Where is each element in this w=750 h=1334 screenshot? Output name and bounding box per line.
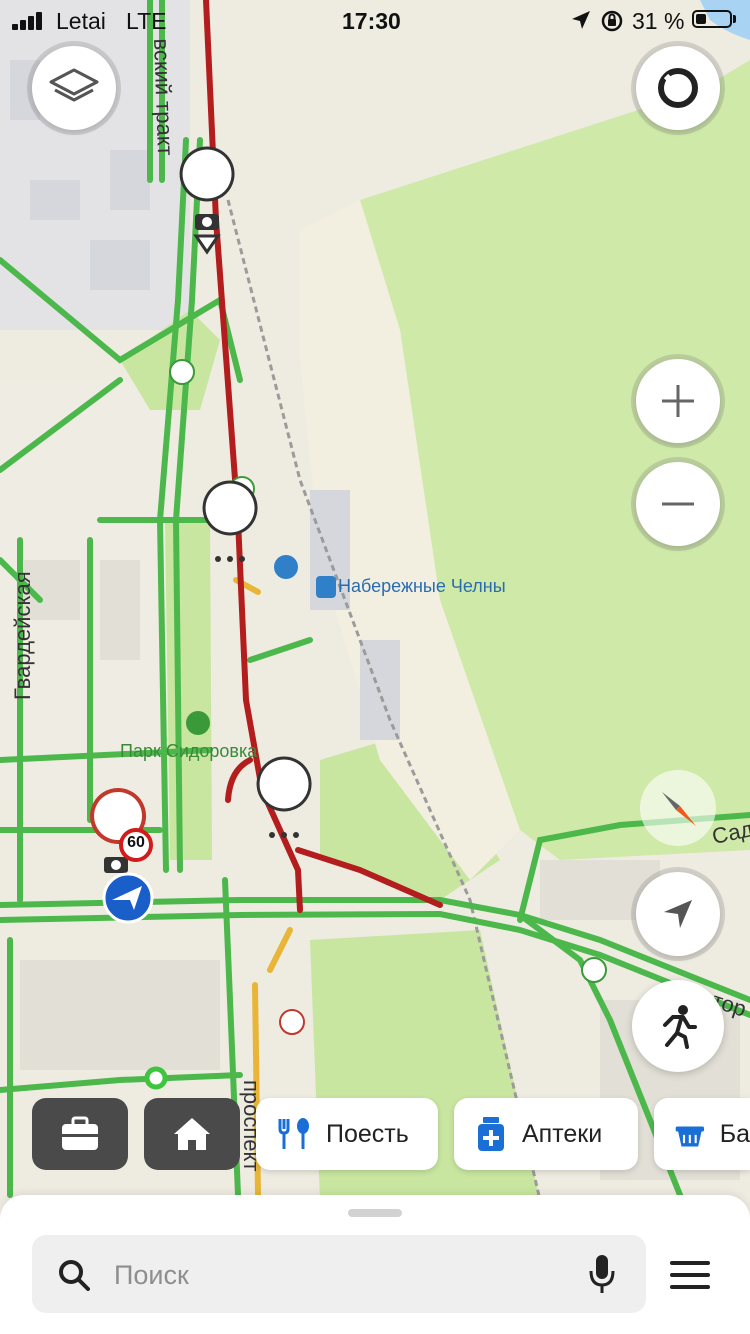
bottom-sheet[interactable] xyxy=(0,1195,750,1334)
basket-icon xyxy=(675,1126,705,1147)
battery-percent: 31 % xyxy=(632,8,685,34)
home-button[interactable] xyxy=(144,1098,240,1170)
layers-icon xyxy=(49,68,99,102)
chip-pharmacy-label: Аптеки xyxy=(522,1119,603,1148)
layers-button[interactable] xyxy=(32,46,116,130)
alice-button[interactable] xyxy=(636,46,720,130)
work-button[interactable] xyxy=(32,1098,128,1170)
pedestrian-mode-button[interactable] xyxy=(632,980,724,1072)
search-box[interactable] xyxy=(32,1235,646,1315)
briefcase-icon xyxy=(62,1116,98,1150)
signal-icon xyxy=(12,12,48,30)
pharmacy-icon xyxy=(478,1117,504,1151)
compass-icon xyxy=(662,792,696,826)
search-icon xyxy=(59,1260,90,1291)
chip-other[interactable]: Ба xyxy=(654,1098,750,1170)
home-icon xyxy=(174,1118,210,1150)
plus-icon xyxy=(662,385,694,417)
search-input[interactable] xyxy=(112,1235,556,1315)
fork-spoon-icon xyxy=(278,1118,309,1149)
status-time: 17:30 xyxy=(342,8,401,34)
network-type: LTE xyxy=(126,8,167,34)
zoom-in-button[interactable] xyxy=(636,359,720,443)
zoom-out-button[interactable] xyxy=(636,462,720,546)
chip-eat-label: Поесть xyxy=(326,1119,409,1148)
navigation-arrow-icon xyxy=(664,900,692,928)
chip-other-label: Ба xyxy=(719,1119,750,1148)
battery-icon xyxy=(692,10,732,28)
hamburger-menu-icon xyxy=(670,1261,710,1289)
road-label-gvardeyskaya: Гвардейская xyxy=(10,571,35,700)
carrier-name: Letai xyxy=(56,8,106,34)
chip-pharmacy[interactable]: Аптеки xyxy=(454,1098,638,1170)
battery-tip xyxy=(733,15,736,23)
location-arrow-icon xyxy=(570,9,592,37)
menu-button[interactable] xyxy=(668,1257,712,1293)
locate-me-button[interactable] xyxy=(636,872,720,956)
minus-icon xyxy=(662,502,694,506)
microphone-icon[interactable] xyxy=(588,1253,616,1295)
pedestrian-icon xyxy=(663,1005,697,1049)
poi-label-park[interactable]: Парк Сидоровка xyxy=(120,741,257,762)
compass-button[interactable] xyxy=(640,770,716,846)
sheet-handle[interactable] xyxy=(348,1209,402,1217)
road-label-trakt: вский тракт xyxy=(149,38,179,157)
orientation-lock-icon xyxy=(600,9,624,39)
alice-icon xyxy=(658,68,698,108)
status-bar: Letai LTE 17:30 31 % xyxy=(0,0,750,44)
chip-eat[interactable]: Поесть xyxy=(256,1098,438,1170)
speed-limit-badge: 60 xyxy=(127,834,145,851)
poi-label-station[interactable]: Набережные Челны xyxy=(338,576,506,597)
